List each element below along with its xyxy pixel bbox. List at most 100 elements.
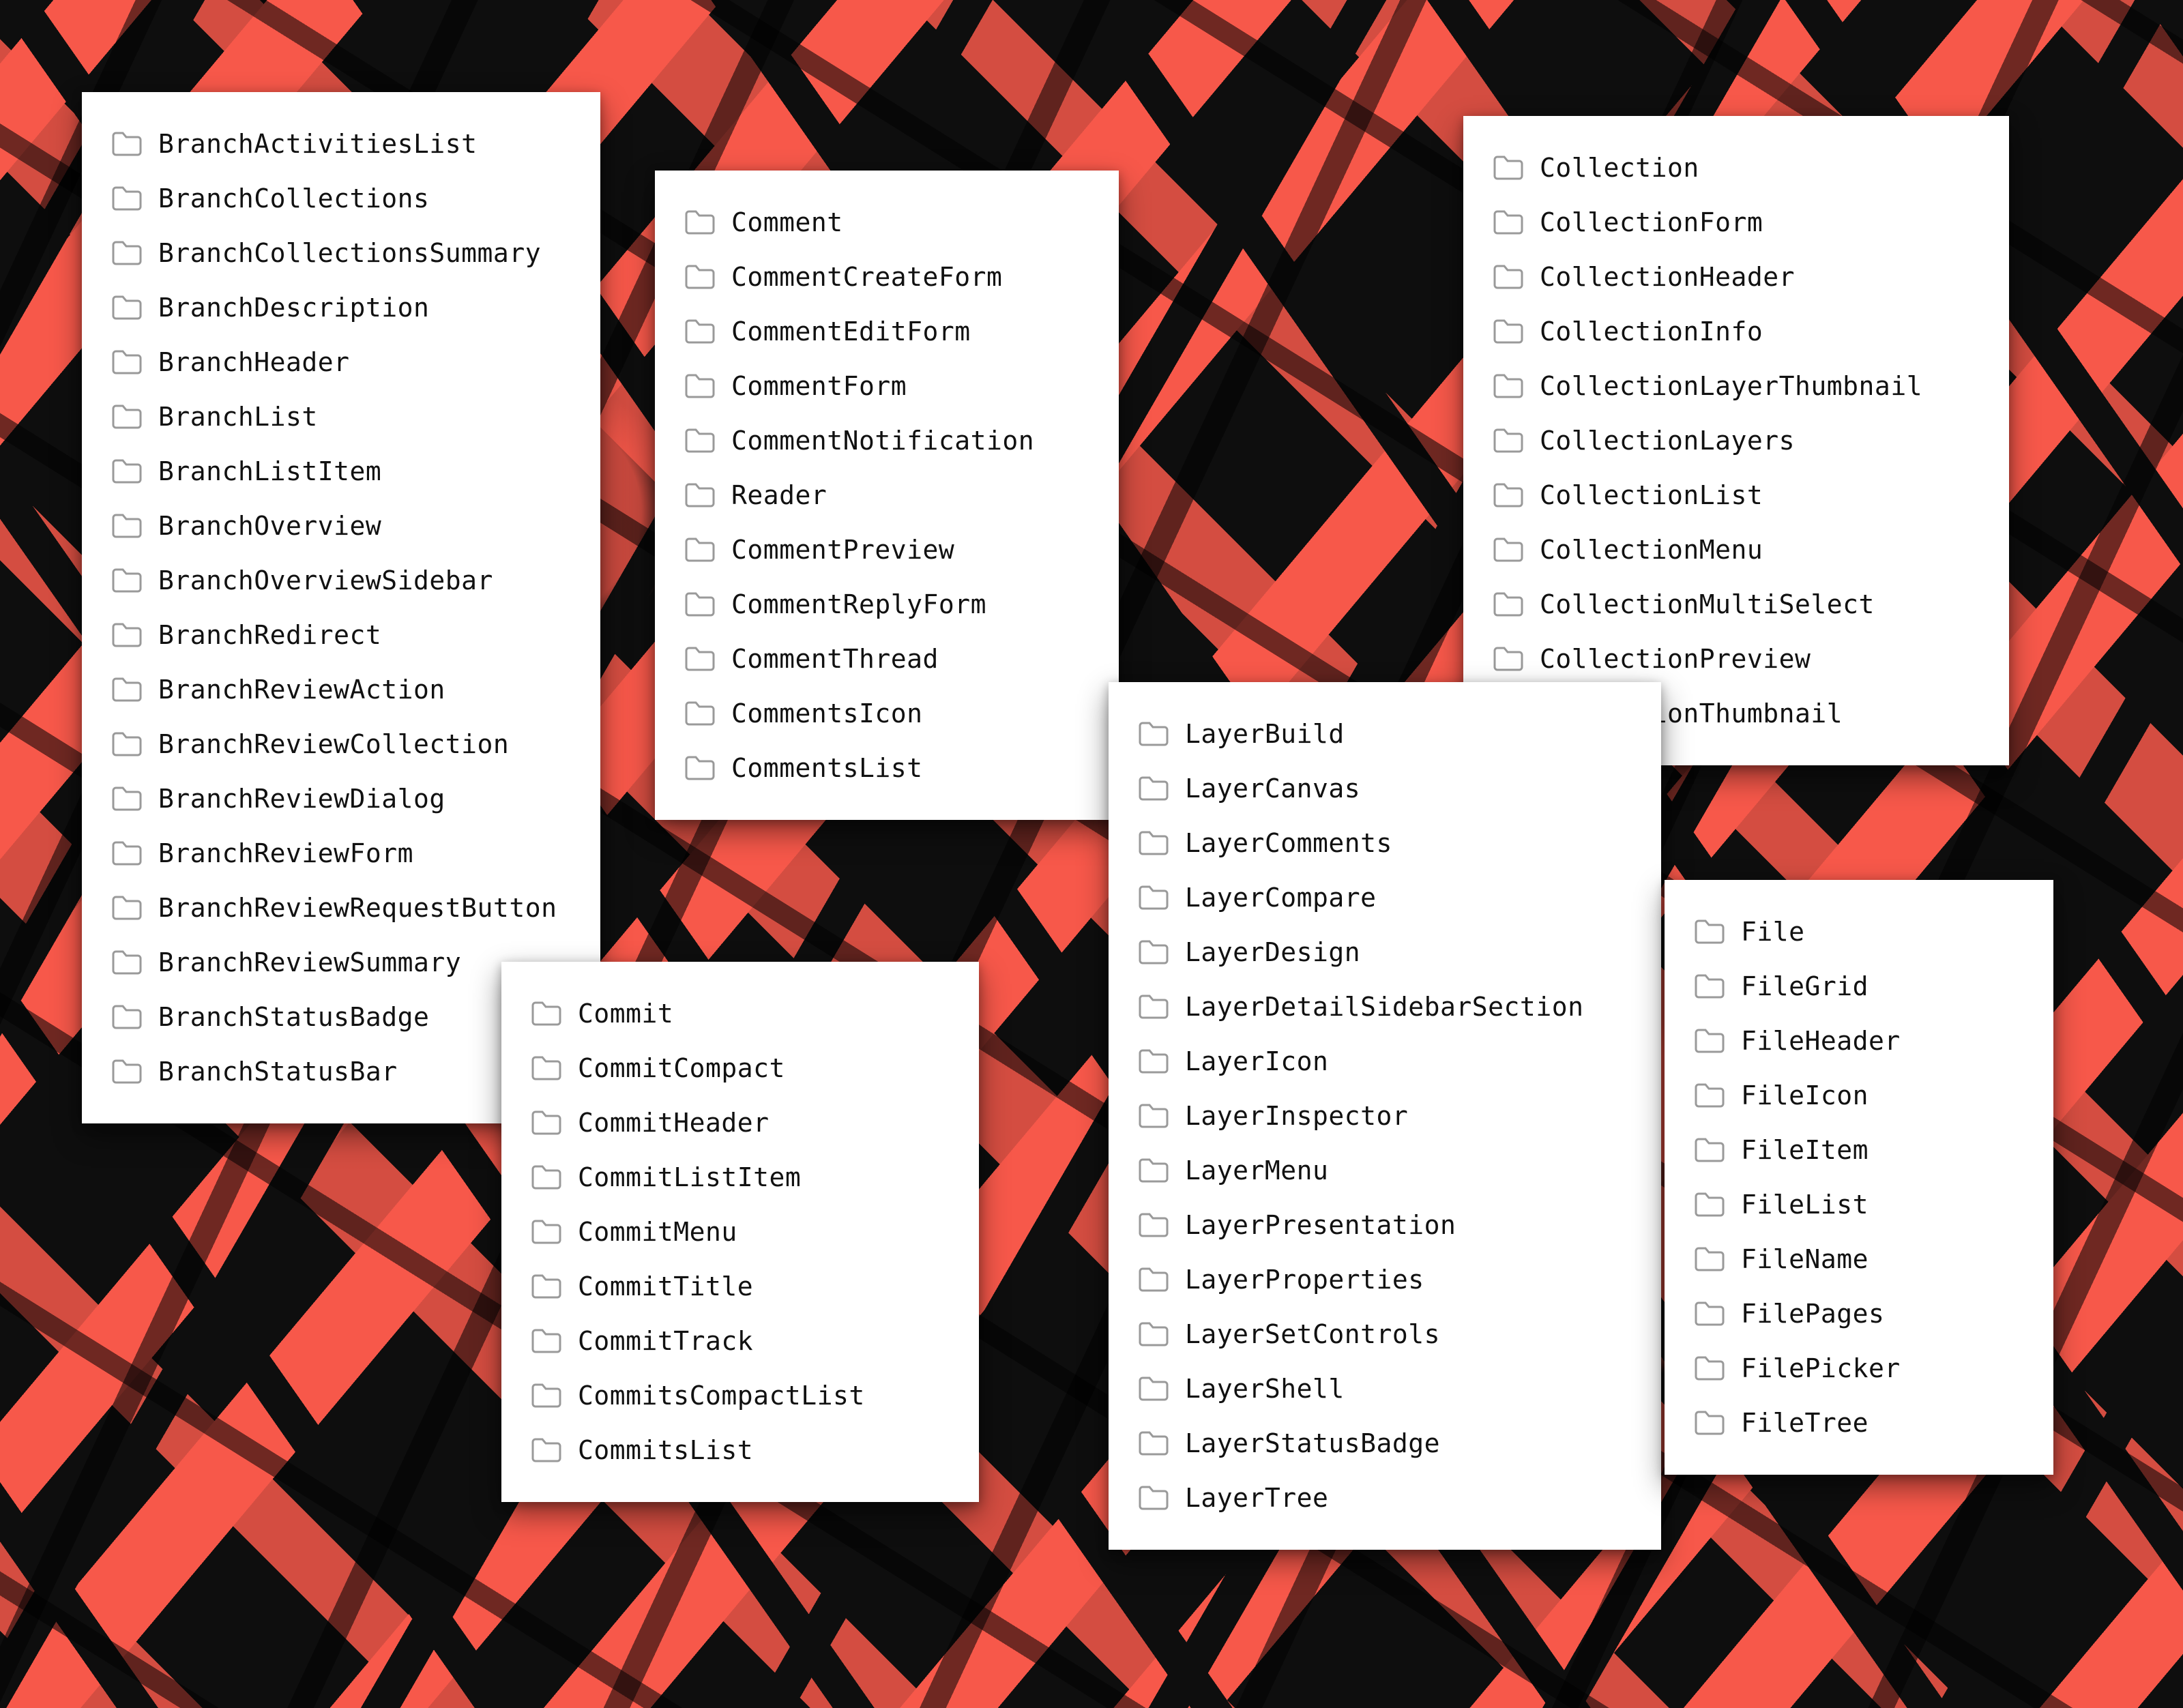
folder-item[interactable]: FilePicker: [1695, 1341, 2023, 1396]
folder-label: FileIcon: [1741, 1080, 1869, 1110]
folder-item[interactable]: CommitTrack: [531, 1314, 949, 1368]
folder-item[interactable]: BranchReviewDialog: [112, 771, 570, 826]
folder-item[interactable]: CollectionLayers: [1493, 413, 1979, 468]
folder-item[interactable]: BranchCollectionsSummary: [112, 226, 570, 280]
folder-item[interactable]: BranchReviewAction: [112, 662, 570, 717]
folder-item[interactable]: LayerIcon: [1139, 1034, 1631, 1089]
folder-item[interactable]: LayerPresentation: [1139, 1198, 1631, 1252]
folder-item[interactable]: CollectionMultiSelect: [1493, 577, 1979, 632]
folder-item[interactable]: CollectionForm: [1493, 195, 1979, 250]
folder-icon: [1695, 1356, 1725, 1381]
folder-item[interactable]: Comment: [685, 195, 1089, 250]
folder-item[interactable]: BranchOverview: [112, 499, 570, 553]
folder-item[interactable]: FileTree: [1695, 1396, 2023, 1450]
folder-item[interactable]: CommentNotification: [685, 413, 1089, 468]
folder-item[interactable]: LayerCompare: [1139, 870, 1631, 925]
folder-icon: [685, 210, 715, 235]
folder-icon: [531, 1220, 561, 1244]
folder-icon: [112, 514, 142, 538]
folder-item[interactable]: CommentForm: [685, 359, 1089, 413]
folder-icon: [112, 350, 142, 374]
folder-item[interactable]: BranchActivitiesList: [112, 117, 570, 171]
folder-item[interactable]: CommitsList: [531, 1423, 949, 1477]
folder-item[interactable]: CollectionInfo: [1493, 304, 1979, 359]
folder-label: FileItem: [1741, 1135, 1869, 1165]
folder-item[interactable]: BranchOverviewSidebar: [112, 553, 570, 608]
folder-label: LayerDetailSidebarSection: [1185, 992, 1583, 1022]
folder-icon: [685, 756, 715, 780]
folder-item[interactable]: CollectionLayerThumbnail: [1493, 359, 1979, 413]
folder-item[interactable]: Reader: [685, 468, 1089, 522]
folder-label: BranchOverview: [158, 511, 381, 541]
folder-item[interactable]: CommitMenu: [531, 1205, 949, 1259]
folder-item[interactable]: CommentEditForm: [685, 304, 1089, 359]
folder-item[interactable]: FileName: [1695, 1232, 2023, 1286]
folder-item[interactable]: FileItem: [1695, 1123, 2023, 1177]
folder-item[interactable]: CommentReplyForm: [685, 577, 1089, 632]
folder-item[interactable]: LayerInspector: [1139, 1089, 1631, 1143]
folder-item[interactable]: BranchHeader: [112, 335, 570, 389]
folder-label: CollectionHeader: [1540, 262, 1795, 292]
folder-label: LayerTree: [1185, 1483, 1328, 1513]
folder-item[interactable]: FileList: [1695, 1177, 2023, 1232]
folder-icon: [531, 1329, 561, 1353]
folder-item[interactable]: CommentsIcon: [685, 686, 1089, 741]
folder-item[interactable]: LayerStatusBadge: [1139, 1416, 1631, 1471]
folder-item[interactable]: LayerDesign: [1139, 925, 1631, 980]
folder-item[interactable]: Commit: [531, 986, 949, 1041]
folder-item[interactable]: CollectionMenu: [1493, 522, 1979, 577]
folder-item[interactable]: FileHeader: [1695, 1014, 2023, 1068]
folder-label: CommentNotification: [731, 426, 1034, 456]
folder-item[interactable]: CollectionHeader: [1493, 250, 1979, 304]
folder-item[interactable]: CommentsList: [685, 741, 1089, 795]
folder-item[interactable]: CommitsCompactList: [531, 1368, 949, 1423]
folder-item[interactable]: FileIcon: [1695, 1068, 2023, 1123]
folder-item[interactable]: CommitHeader: [531, 1095, 949, 1150]
folder-item[interactable]: CommitListItem: [531, 1150, 949, 1205]
folder-item[interactable]: BranchListItem: [112, 444, 570, 499]
folder-item[interactable]: CollectionList: [1493, 468, 1979, 522]
folder-label: LayerShell: [1185, 1374, 1345, 1404]
folder-item[interactable]: BranchDescription: [112, 280, 570, 335]
folder-label: CollectionMenu: [1540, 535, 1763, 565]
folder-item[interactable]: BranchList: [112, 389, 570, 444]
folder-icon: [1139, 1158, 1169, 1183]
folder-item[interactable]: CommentPreview: [685, 522, 1089, 577]
folder-item[interactable]: BranchRedirect: [112, 608, 570, 662]
folder-item[interactable]: LayerCanvas: [1139, 761, 1631, 816]
folder-card-comment: Comment CommentCreateForm CommentEditFor…: [655, 171, 1119, 820]
folder-icon: [1695, 1029, 1725, 1053]
folder-item[interactable]: CommitCompact: [531, 1041, 949, 1095]
folder-icon: [1493, 538, 1523, 562]
folder-item[interactable]: LayerTree: [1139, 1471, 1631, 1525]
folder-item[interactable]: CommitTitle: [531, 1259, 949, 1314]
folder-icon: [531, 1165, 561, 1190]
folder-item[interactable]: LayerMenu: [1139, 1143, 1631, 1198]
folder-item[interactable]: BranchReviewForm: [112, 826, 570, 881]
folder-icon: [112, 623, 142, 647]
folder-item[interactable]: FileGrid: [1695, 959, 2023, 1014]
folder-icon: [112, 1059, 142, 1084]
folder-item[interactable]: FilePages: [1695, 1286, 2023, 1341]
folder-icon: [112, 786, 142, 811]
folder-item[interactable]: LayerSetControls: [1139, 1307, 1631, 1361]
folder-item[interactable]: LayerDetailSidebarSection: [1139, 980, 1631, 1034]
folder-icon: [1139, 831, 1169, 855]
folder-item[interactable]: File: [1695, 904, 2023, 959]
folder-icon: [1695, 1301, 1725, 1326]
folder-label: LayerCompare: [1185, 883, 1377, 913]
folder-item[interactable]: BranchCollections: [112, 171, 570, 226]
folder-item[interactable]: LayerComments: [1139, 816, 1631, 870]
folder-icon: [1139, 1486, 1169, 1510]
folder-item[interactable]: LayerBuild: [1139, 707, 1631, 761]
folder-item[interactable]: CommentCreateForm: [685, 250, 1089, 304]
folder-item[interactable]: BranchReviewRequestButton: [112, 881, 570, 935]
folder-item[interactable]: CommentThread: [685, 632, 1089, 686]
folder-item[interactable]: CollectionPreview: [1493, 632, 1979, 686]
folder-card-collection: Collection CollectionForm CollectionHead…: [1463, 116, 2009, 765]
folder-item[interactable]: LayerShell: [1139, 1361, 1631, 1416]
folder-item[interactable]: LayerProperties: [1139, 1252, 1631, 1307]
folder-item[interactable]: BranchReviewCollection: [112, 717, 570, 771]
folder-item[interactable]: Collection: [1493, 141, 1979, 195]
folder-icon: [1493, 483, 1523, 507]
